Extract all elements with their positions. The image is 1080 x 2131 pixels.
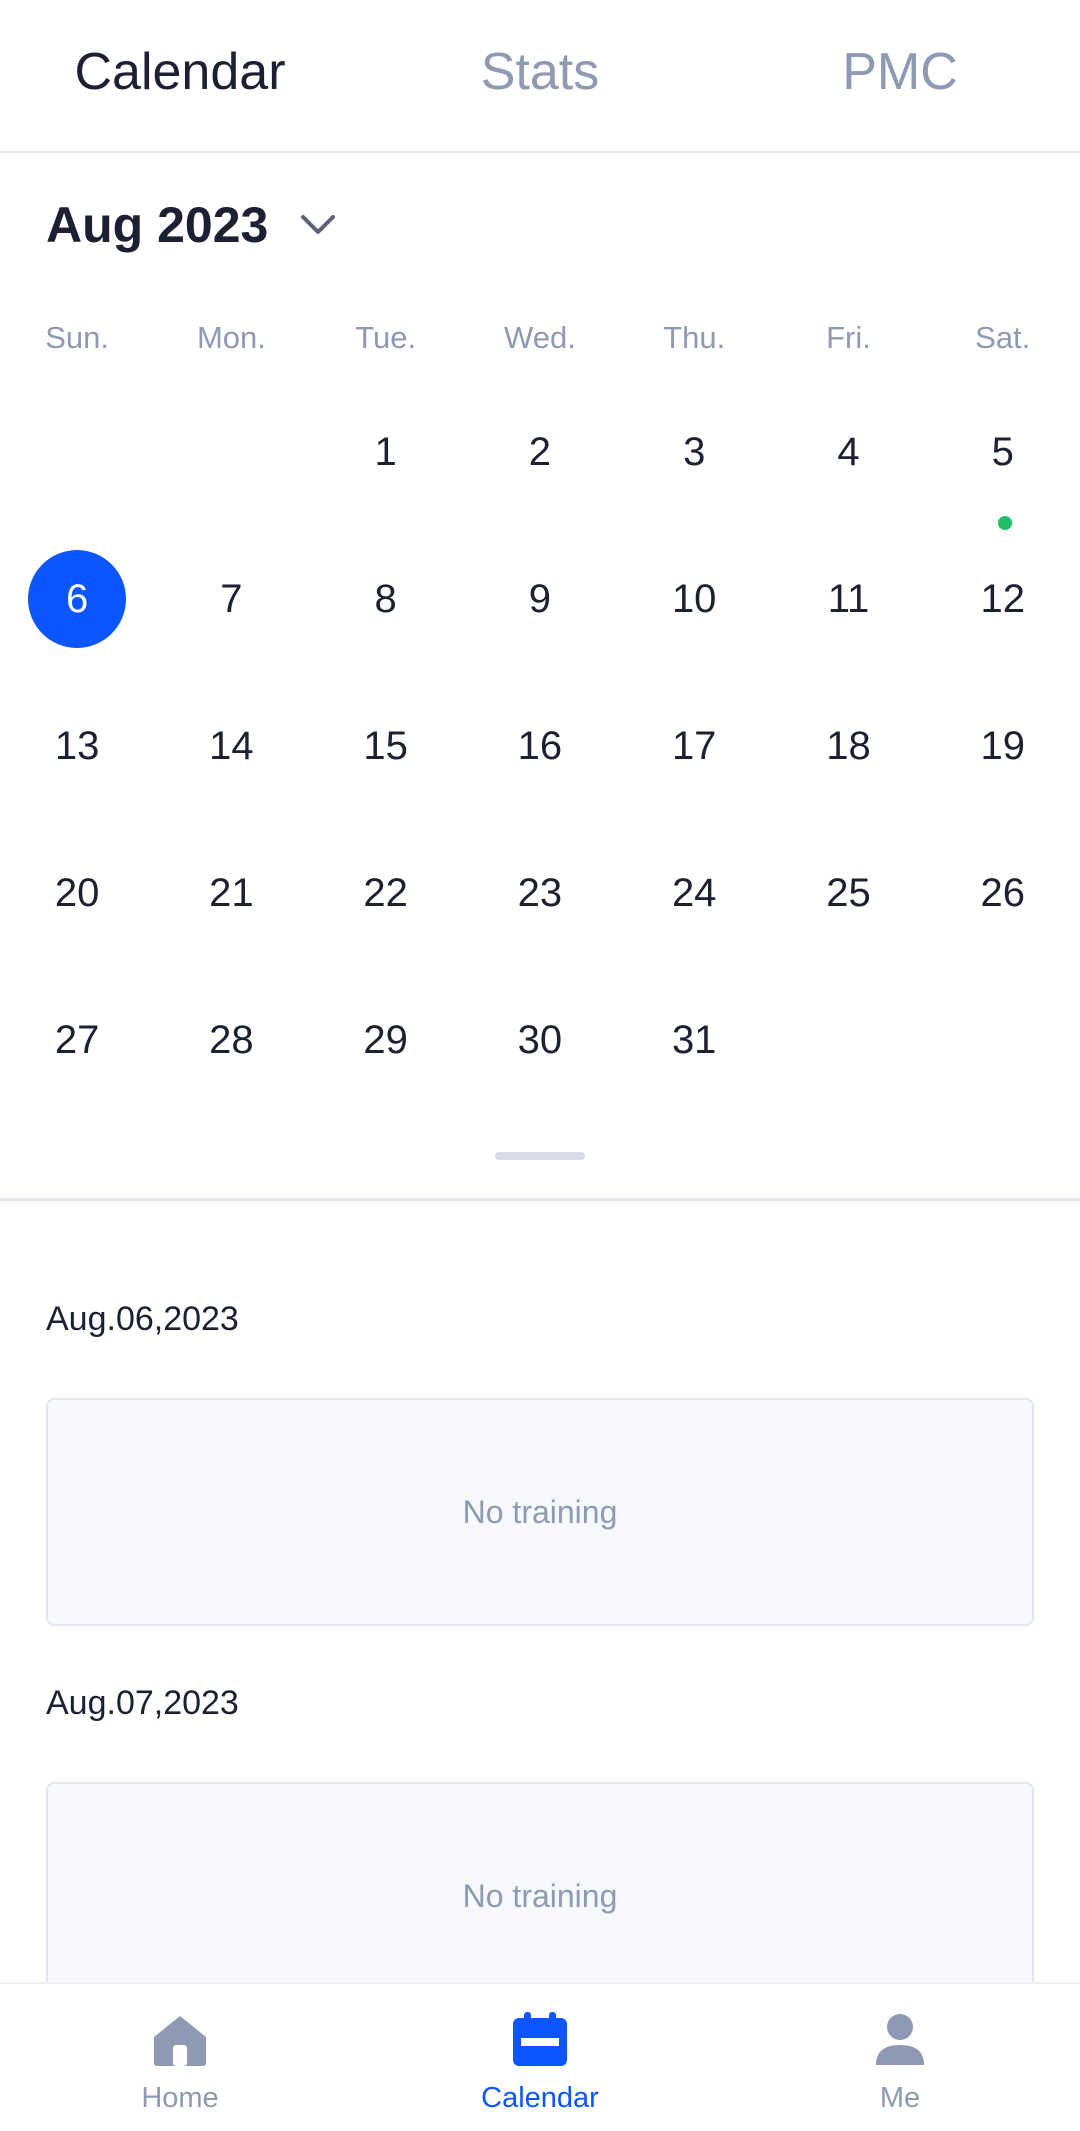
weekday-label: Thu.: [663, 320, 726, 355]
calendar-day-number: 30: [517, 1017, 563, 1062]
calendar-day[interactable]: 14: [154, 686, 308, 833]
chevron-down-icon: [298, 205, 338, 245]
calendar-day[interactable]: 24: [617, 833, 771, 980]
nav-label: Me: [879, 2082, 921, 2114]
calendar-day-number: 4: [837, 429, 860, 474]
weekday-header: Sun. Mon. Tue. Wed. Thu. Fri. Sat.: [0, 320, 1080, 356]
bottom-nav: Home Calendar Me: [0, 1982, 1080, 2131]
calendar-day[interactable]: 30: [463, 980, 617, 1127]
tab-stats[interactable]: Stats: [360, 0, 720, 151]
calendar-day[interactable]: 9: [463, 539, 617, 686]
calendar-day[interactable]: 16: [463, 686, 617, 833]
training-card[interactable]: No training: [46, 1782, 1034, 2010]
calendar-day-number: 27: [54, 1017, 100, 1062]
calendar-day-number: 25: [826, 870, 871, 915]
calendar-day[interactable]: 7: [154, 539, 308, 686]
calendar-day[interactable]: 8: [309, 539, 463, 686]
calendar-day-number: 18: [826, 723, 871, 768]
top-tab-bar: Calendar Stats PMC: [0, 0, 1080, 153]
calendar-day-number: 2: [528, 429, 552, 474]
calendar-day[interactable]: 2: [463, 392, 617, 539]
calendar-day-number: 24: [671, 870, 717, 915]
nav-home[interactable]: Home: [0, 1984, 360, 2131]
calendar-day-number: 15: [363, 723, 408, 768]
calendar-day-number: 5: [991, 429, 1014, 474]
calendar-day[interactable]: 29: [309, 980, 463, 1127]
calendar-day-number: 3: [683, 429, 706, 474]
weekday-label: Sun.: [45, 320, 110, 355]
calendar-icon: [510, 2012, 570, 2068]
calendar-day-number: 20: [54, 870, 100, 915]
calendar-day[interactable]: 1: [309, 392, 463, 539]
calendar-day[interactable]: 21: [154, 833, 308, 980]
calendar-day[interactable]: 10: [617, 539, 771, 686]
calendar-day[interactable]: 15: [309, 686, 463, 833]
weekday-label: Sat.: [975, 320, 1031, 355]
weekday-label: Wed.: [504, 320, 576, 355]
training-status: No training: [462, 1493, 618, 1530]
weekday-label: Tue.: [355, 320, 417, 355]
calendar-collapse-handle[interactable]: [495, 1152, 585, 1160]
calendar-day-number: 31: [671, 1017, 717, 1062]
calendar-day-number: 12: [980, 576, 1025, 621]
weekday-label: Fri.: [826, 320, 871, 355]
calendar-day-number: 1: [374, 429, 397, 474]
calendar-day-number: 9: [528, 576, 552, 621]
calendar-day-number: 8: [374, 576, 397, 621]
calendar-day-number: 6: [28, 550, 127, 648]
calendar-day[interactable]: 3: [617, 392, 771, 539]
home-icon: [150, 2012, 210, 2068]
month-label: Aug 2023: [46, 197, 269, 253]
calendar-day-number: 16: [517, 723, 563, 768]
calendar-day-number: 19: [980, 723, 1025, 768]
calendar-day[interactable]: 5: [926, 392, 1080, 539]
nav-label: Home: [141, 2082, 219, 2114]
calendar-day-number: 21: [209, 870, 254, 915]
calendar-day[interactable]: 18: [771, 686, 925, 833]
calendar-day[interactable]: 23: [463, 833, 617, 980]
calendar-day[interactable]: 4: [771, 392, 925, 539]
weekday-label: Mon.: [196, 320, 266, 355]
calendar-day[interactable]: 25: [771, 833, 925, 980]
entry-date-label: Aug.06,2023: [46, 1300, 239, 1338]
calendar-day-number: 22: [363, 870, 408, 915]
calendar-day[interactable]: 11: [771, 539, 925, 686]
calendar-day[interactable]: 22: [309, 833, 463, 980]
month-selector[interactable]: Aug 2023: [46, 190, 338, 260]
calendar-day[interactable]: 6: [0, 539, 154, 686]
calendar-day[interactable]: 12: [926, 539, 1080, 686]
calendar-day[interactable]: 28: [154, 980, 308, 1127]
person-icon: [870, 2012, 930, 2068]
calendar-day-number: 10: [671, 576, 717, 621]
calendar-day[interactable]: 17: [617, 686, 771, 833]
calendar-day[interactable]: 31: [617, 980, 771, 1127]
calendar-day-number: 29: [363, 1017, 408, 1062]
training-status: No training: [462, 1877, 618, 1914]
calendar-day[interactable]: 13: [0, 686, 154, 833]
calendar-day-empty: [154, 392, 308, 539]
calendar-day[interactable]: 20: [0, 833, 154, 980]
entry-date-label: Aug.07,2023: [46, 1684, 239, 1722]
calendar-day-number: 7: [220, 576, 243, 621]
nav-me[interactable]: Me: [720, 1984, 1080, 2131]
calendar-day-number: 17: [671, 723, 717, 768]
calendar-day[interactable]: 27: [0, 980, 154, 1127]
nav-calendar[interactable]: Calendar: [360, 1984, 720, 2131]
calendar-day-number: 11: [827, 576, 870, 621]
calendar-grid: 1 2 3 4 5 6 7 8 9 10 11 12 13 14 15 16 17 18 19 20 21 22 23 24 2…: [0, 392, 1080, 1127]
tab-pmc[interactable]: PMC: [720, 0, 1080, 151]
calendar-day-empty: [0, 392, 154, 539]
training-card[interactable]: No training: [46, 1398, 1034, 1626]
calendar-day[interactable]: 26: [926, 833, 1080, 980]
calendar-day-number: 26: [980, 870, 1025, 915]
calendar-day-number: 13: [54, 723, 100, 768]
calendar-day-number: 23: [517, 870, 563, 915]
tab-calendar[interactable]: Calendar: [0, 0, 360, 151]
activity-dot: [997, 516, 1012, 530]
divider: [0, 1198, 1080, 1201]
calendar-day[interactable]: 19: [926, 686, 1080, 833]
calendar-day-number: 14: [209, 723, 254, 768]
nav-label: Calendar: [481, 2082, 599, 2114]
calendar-day-number: 28: [209, 1017, 254, 1062]
